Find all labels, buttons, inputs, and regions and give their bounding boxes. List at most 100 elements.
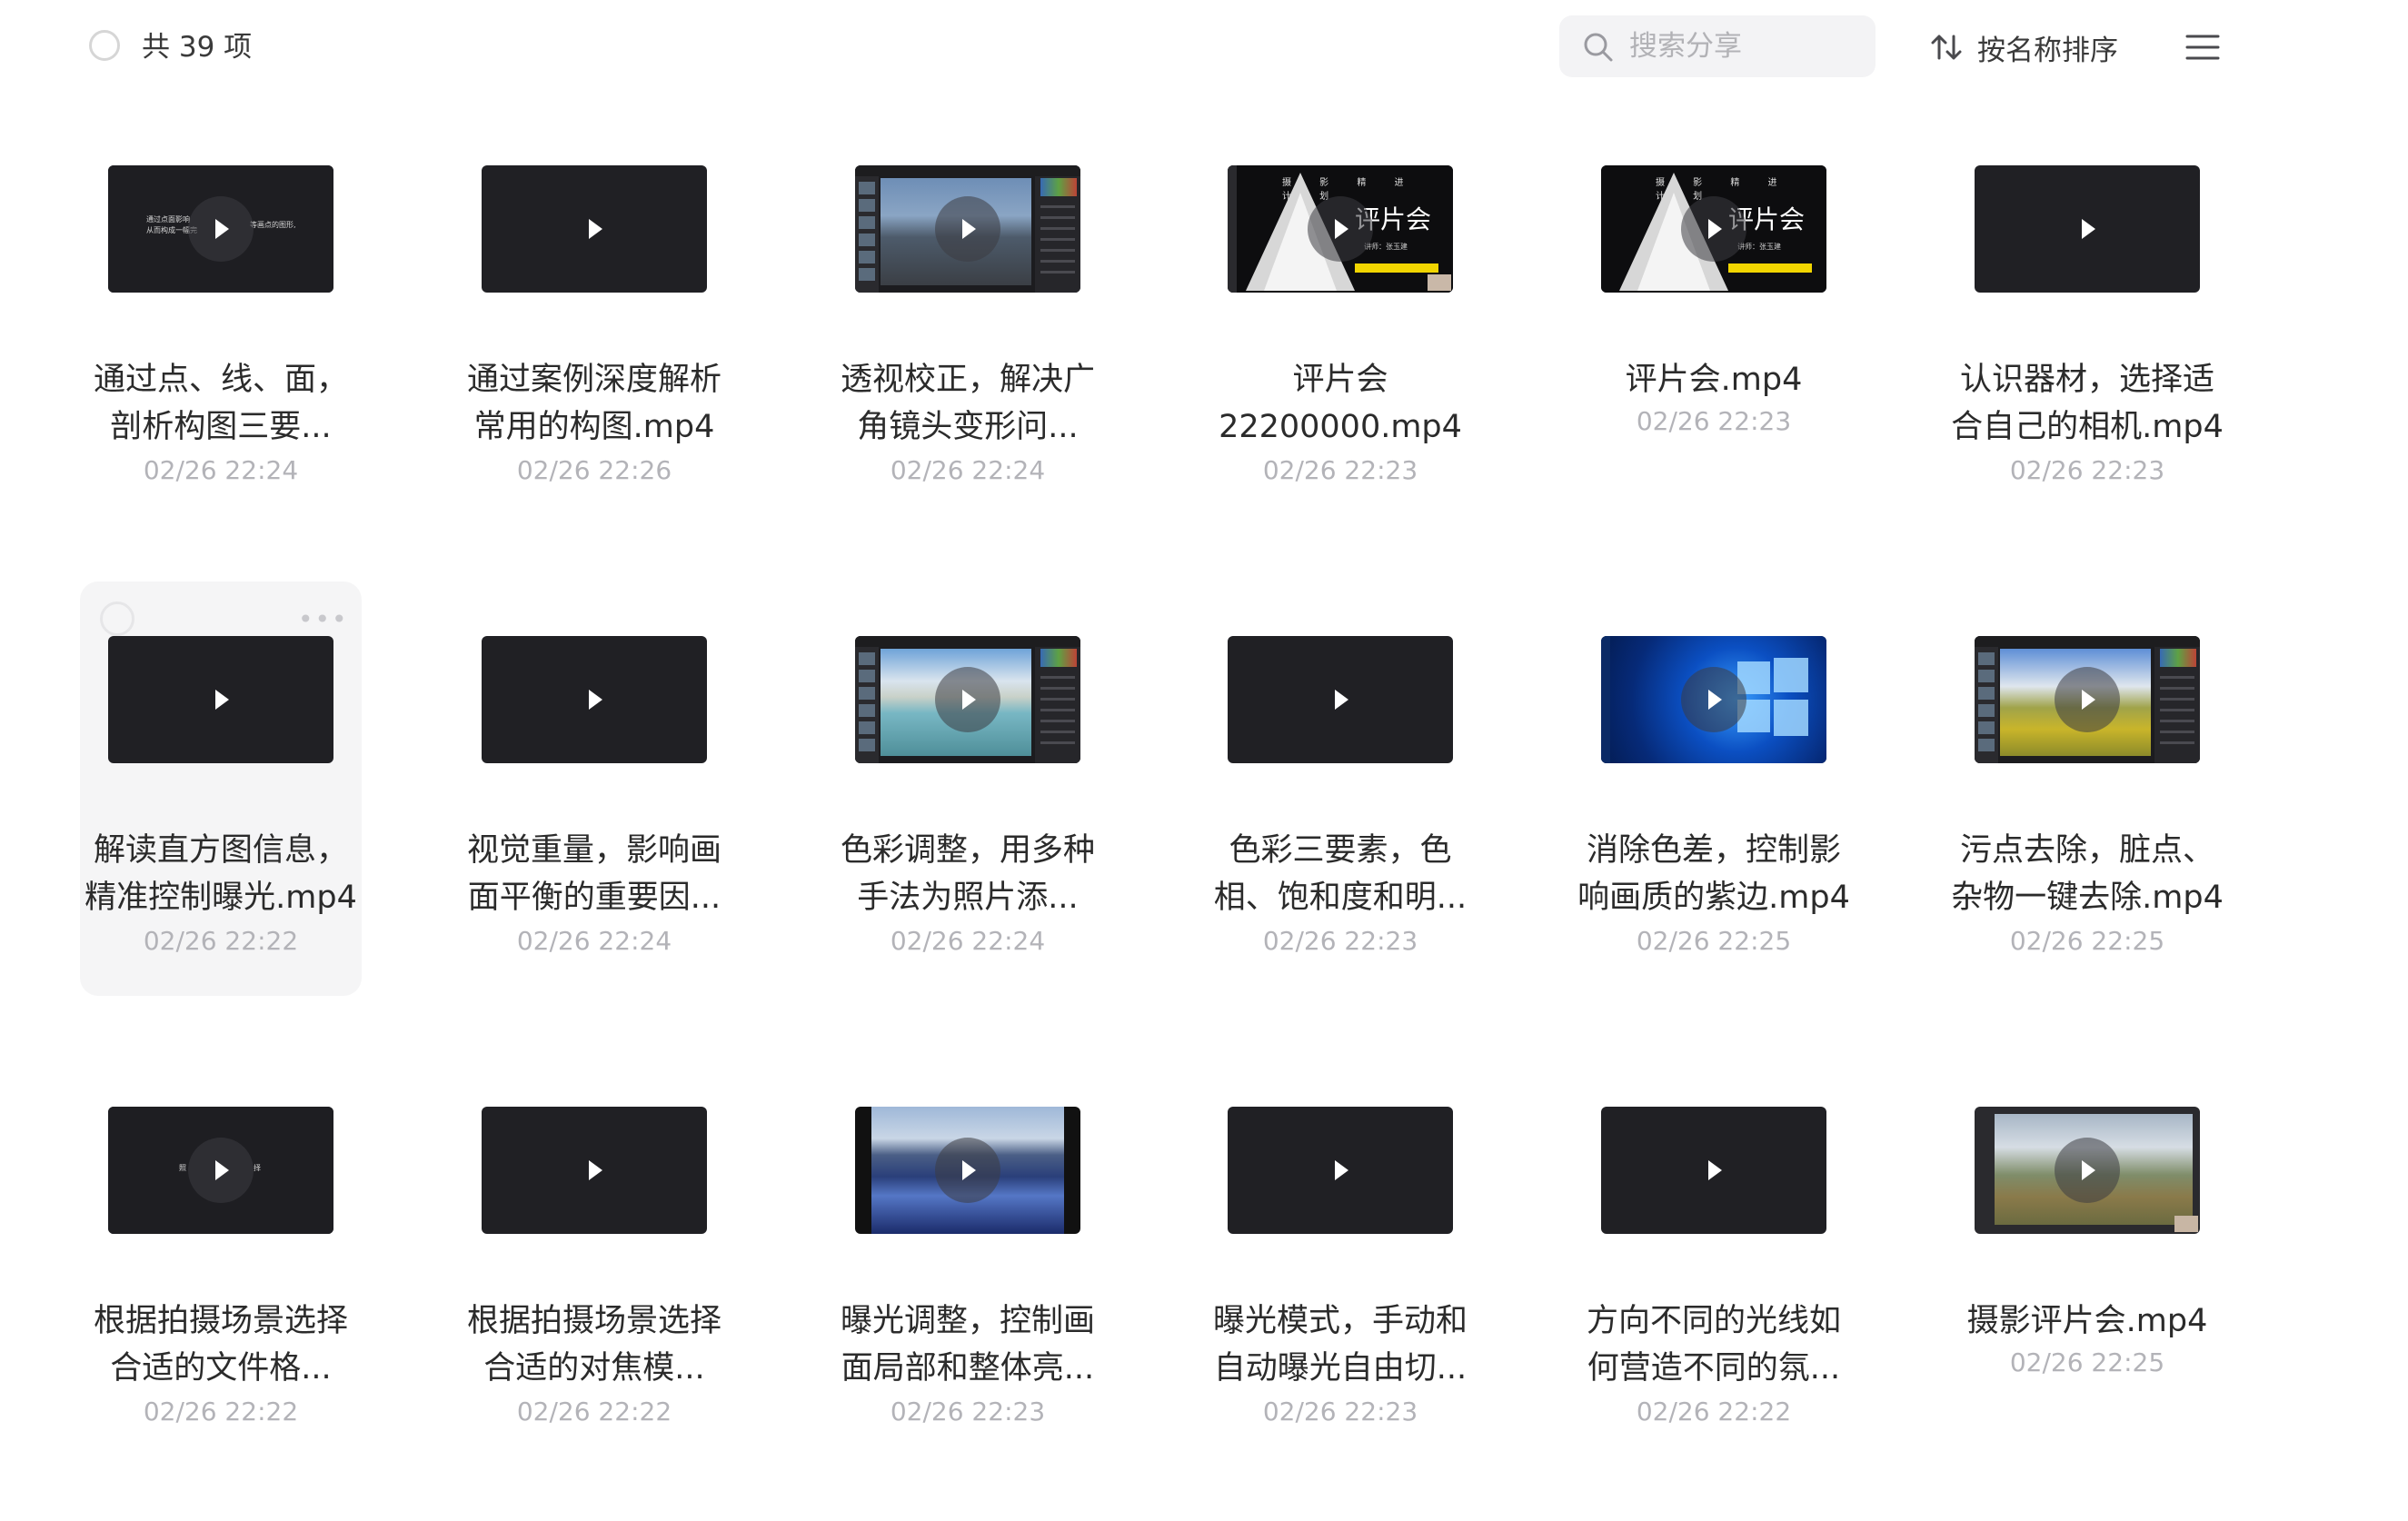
- play-icon[interactable]: [935, 196, 1000, 262]
- video-thumbnail[interactable]: [1975, 165, 2200, 293]
- file-date: 02/26 22:23: [1636, 406, 1792, 436]
- video-thumbnail[interactable]: [482, 1107, 707, 1234]
- panel-slider: [1040, 676, 1075, 679]
- file-date: 02/26 22:26: [516, 455, 672, 485]
- video-thumbnail[interactable]: [1975, 1107, 2200, 1234]
- video-thumbnail[interactable]: [855, 1107, 1080, 1234]
- play-icon[interactable]: [188, 196, 254, 262]
- play-icon[interactable]: [1308, 667, 1373, 732]
- file-card[interactable]: 摄影评片会.mp4 02/26 22:25: [1946, 1107, 2228, 1521]
- play-icon[interactable]: [188, 667, 254, 732]
- file-card[interactable]: 曝光调整，控制画 面局部和整体亮... 02/26 22:23: [827, 1107, 1109, 1521]
- file-name: 评片会.mp4: [1625, 362, 1803, 398]
- file-card[interactable]: 曝光模式，手动和 自动曝光自由切... 02/26 22:23: [1199, 1107, 1481, 1521]
- play-icon[interactable]: [562, 667, 627, 732]
- more-options-icon[interactable]: •••: [298, 601, 347, 638]
- filmstrip-thumb: [859, 704, 875, 717]
- yellow-banner: [1355, 263, 1438, 273]
- file-date: 02/26 22:24: [143, 455, 299, 485]
- play-icon[interactable]: [935, 667, 1000, 732]
- file-name: 摄影评片会.mp4: [1966, 1303, 2208, 1339]
- file-card[interactable]: 认识器材，选择适 合自己的相机.mp4 02/26 22:23: [1946, 165, 2228, 580]
- play-icon[interactable]: [562, 196, 627, 262]
- play-icon[interactable]: [935, 1138, 1000, 1203]
- taskbar: [1601, 636, 1610, 763]
- thumbnail-subtitle: 讲师：张玉建: [1737, 243, 1781, 251]
- panel-slider: [1040, 698, 1075, 701]
- file-date: 02/26 22:24: [890, 455, 1046, 485]
- file-card[interactable]: 视觉重量，影响画 面平衡的重要因... 02/26 22:24: [453, 636, 735, 1050]
- histogram: [1040, 649, 1077, 667]
- thumbnail-caption-right: 等画点的图形,: [250, 221, 296, 229]
- video-thumbnail[interactable]: [1601, 636, 1826, 763]
- file-date: 02/26 22:24: [516, 926, 672, 956]
- thumbnail-caption-right: 择: [254, 1164, 261, 1172]
- filmstrip-thumb: [859, 721, 875, 734]
- video-thumbnail[interactable]: [1228, 636, 1453, 763]
- file-card[interactable]: 通过点面影响 从而构成一幅完 等画点的图形, 通过点、线、面， 剖析构图三要... 0…: [80, 165, 362, 580]
- file-date: 02/26 22:24: [890, 926, 1046, 956]
- file-date: 02/26 22:25: [1636, 926, 1792, 956]
- file-card[interactable]: 透视校正，解决广 角镜头变形问... 02/26 22:24: [827, 165, 1109, 580]
- play-icon[interactable]: [1308, 1138, 1373, 1203]
- file-card[interactable]: 摄 影 精 进 计 划评片会 讲师：张玉建 评片会 22200000.mp4 02/2…: [1199, 165, 1481, 580]
- file-date: 02/26 22:22: [143, 1397, 299, 1427]
- select-checkbox[interactable]: [100, 601, 134, 636]
- play-icon[interactable]: [188, 1138, 254, 1203]
- file-name: 解读直方图信息， 精准控制曝光.mp4: [85, 832, 357, 916]
- video-thumbnail[interactable]: [108, 636, 333, 763]
- video-thumbnail[interactable]: 照择: [108, 1107, 333, 1234]
- thumbnail-subtitle: 讲师：张玉建: [1364, 243, 1408, 251]
- panel-slider: [1040, 238, 1075, 241]
- file-card[interactable]: 根据拍摄场景选择 合适的对焦模... 02/26 22:22: [453, 1107, 735, 1521]
- filmstrip-thumb: [859, 199, 875, 212]
- video-thumbnail[interactable]: 摄 影 精 进 计 划评片会 讲师：张玉建: [1601, 165, 1826, 293]
- filmstrip-thumb: [859, 670, 875, 682]
- video-thumbnail[interactable]: [482, 636, 707, 763]
- video-thumbnail[interactable]: [855, 636, 1080, 763]
- filmstrip-thumb: [859, 652, 875, 665]
- play-icon[interactable]: [1681, 196, 1746, 262]
- file-card[interactable]: 摄 影 精 进 计 划评片会 讲师：张玉建评片会.mp4 02/26 22:23: [1573, 165, 1855, 580]
- file-name: 曝光模式，手动和 自动曝光自由切...: [1212, 1303, 1468, 1387]
- file-name: 曝光调整，控制画 面局部和整体亮...: [840, 1303, 1095, 1387]
- panel-slider: [1040, 741, 1075, 744]
- panel-slider: [2160, 741, 2194, 744]
- logo-pane: [1774, 658, 1808, 692]
- video-thumbnail[interactable]: [1975, 636, 2200, 763]
- file-card[interactable]: 方向不同的光线如 何营造不同的氛... 02/26 22:22: [1573, 1107, 1855, 1521]
- file-card[interactable]: 解读直方图信息， 精准控制曝光.mp4 02/26 22:22 •••: [80, 582, 362, 996]
- video-thumbnail[interactable]: [1228, 1107, 1453, 1234]
- video-thumbnail[interactable]: 通过点面影响 从而构成一幅完 等画点的图形,: [108, 165, 333, 293]
- play-icon[interactable]: [562, 1138, 627, 1203]
- file-card[interactable]: 色彩调整，用多种 手法为照片添... 02/26 22:24: [827, 636, 1109, 1050]
- filmstrip-thumb: [859, 216, 875, 229]
- file-card[interactable]: 色彩三要素，色 相、饱和度和明... 02/26 22:23: [1199, 636, 1481, 1050]
- yellow-banner: [1728, 263, 1812, 273]
- play-icon[interactable]: [1308, 196, 1373, 262]
- file-card[interactable]: 照择根据拍摄场景选择 合适的文件格... 02/26 22:22: [80, 1107, 362, 1521]
- play-icon[interactable]: [2055, 1138, 2120, 1203]
- file-name: 根据拍摄场景选择 合适的对焦模...: [466, 1303, 721, 1387]
- file-name: 通过案例深度解析 常用的构图.mp4: [466, 362, 721, 445]
- panel-slider: [2160, 698, 2194, 701]
- video-thumbnail[interactable]: [855, 165, 1080, 293]
- filmstrip-thumb: [859, 234, 875, 246]
- file-name: 透视校正，解决广 角镜头变形问...: [840, 362, 1095, 445]
- file-name: 消除色差，控制影 响画质的紫边.mp4: [1577, 832, 1850, 916]
- video-thumbnail[interactable]: 摄 影 精 进 计 划评片会 讲师：张玉建: [1228, 165, 1453, 293]
- play-icon[interactable]: [1681, 667, 1746, 732]
- play-icon[interactable]: [1681, 1138, 1746, 1203]
- video-thumbnail[interactable]: [1601, 1107, 1826, 1234]
- play-icon[interactable]: [2055, 667, 2120, 732]
- file-card[interactable]: 消除色差，控制影 响画质的紫边.mp4 02/26 22:25: [1573, 636, 1855, 1050]
- play-icon[interactable]: [2055, 196, 2120, 262]
- presenter-thumbnail: [2174, 1216, 2198, 1232]
- file-card[interactable]: 污点去除，脏点、 杂物一键去除.mp4 02/26 22:25: [1946, 636, 2228, 1050]
- filmstrip-thumb: [859, 739, 875, 751]
- file-name: 认识器材，选择适 合自己的相机.mp4: [1951, 362, 2224, 445]
- file-card[interactable]: 通过案例深度解析 常用的构图.mp4 02/26 22:26: [453, 165, 735, 580]
- video-thumbnail[interactable]: [482, 165, 707, 293]
- presenter-thumbnail: [1428, 274, 1451, 291]
- panel-slider: [1040, 205, 1075, 208]
